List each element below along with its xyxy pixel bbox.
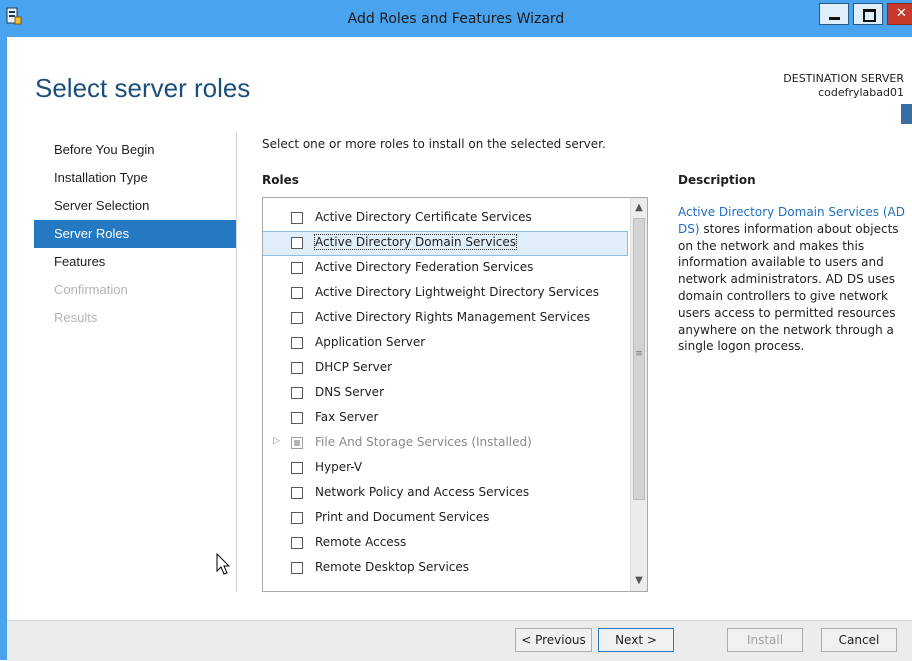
role-row[interactable]: Active Directory Federation Services xyxy=(263,256,629,281)
nav-divider xyxy=(236,132,237,592)
role-label: Active Directory Federation Services xyxy=(315,260,534,274)
nav-item-server-roles[interactable]: Server Roles xyxy=(34,220,236,248)
role-label: Active Directory Certificate Services xyxy=(315,210,532,224)
nav-item-confirmation: Confirmation xyxy=(54,282,128,297)
role-checkbox[interactable] xyxy=(291,387,303,399)
role-label: File And Storage Services (Installed) xyxy=(315,435,532,449)
role-row[interactable]: Hyper-V xyxy=(263,456,629,481)
scroll-down-icon[interactable]: ▼ xyxy=(631,573,647,589)
role-row[interactable]: Application Server xyxy=(263,331,629,356)
role-row[interactable]: Fax Server xyxy=(263,406,629,431)
role-label: Network Policy and Access Services xyxy=(315,485,530,499)
role-description: Active Directory Domain Services (AD DS)… xyxy=(678,204,906,355)
destination-server-name: codefrylabad01 xyxy=(818,86,904,99)
role-checkbox[interactable] xyxy=(291,287,303,299)
role-checkbox[interactable] xyxy=(291,487,303,499)
role-checkbox[interactable] xyxy=(291,412,303,424)
role-row[interactable]: Network Policy and Access Services xyxy=(263,481,629,506)
role-row[interactable]: Remote Desktop Services xyxy=(263,556,629,581)
previous-button[interactable]: < Previous xyxy=(515,628,592,652)
description-heading: Description xyxy=(678,173,756,187)
install-button: Install xyxy=(727,628,803,652)
role-label: DNS Server xyxy=(315,385,384,399)
close-button[interactable]: ✕ xyxy=(887,3,912,25)
role-label: Active Directory Domain Services xyxy=(313,234,518,250)
maximize-button[interactable] xyxy=(853,3,883,25)
roles-scrollbar[interactable]: ▲ ≡ ▼ xyxy=(630,198,647,591)
nav-item-before-you-begin[interactable]: Before You Begin xyxy=(34,136,236,164)
description-text: stores information about objects on the … xyxy=(678,221,899,354)
instruction-text: Select one or more roles to install on t… xyxy=(262,137,606,151)
role-checkbox[interactable] xyxy=(291,537,303,549)
scroll-up-icon[interactable]: ▲ xyxy=(631,200,647,216)
role-label: Active Directory Lightweight Directory S… xyxy=(315,285,599,299)
window-title: Add Roles and Features Wizard xyxy=(347,11,565,27)
role-checkbox[interactable] xyxy=(291,362,303,374)
window-edge-tab xyxy=(901,104,912,124)
mouse-cursor-icon xyxy=(216,553,231,575)
role-checkbox[interactable] xyxy=(291,237,303,249)
role-row[interactable]: Remote Access xyxy=(263,531,629,556)
scroll-thumb[interactable]: ≡ xyxy=(633,218,645,500)
role-label: Active Directory Rights Management Servi… xyxy=(315,310,591,324)
role-label: Fax Server xyxy=(315,410,379,424)
role-row[interactable]: Print and Document Services xyxy=(263,506,629,531)
next-button[interactable]: Next > xyxy=(598,628,674,652)
role-checkbox[interactable] xyxy=(291,337,303,349)
role-checkbox[interactable] xyxy=(291,462,303,474)
roles-heading: Roles xyxy=(262,173,299,187)
role-checkbox[interactable] xyxy=(291,512,303,524)
destination-server-label: DESTINATION SERVER xyxy=(783,72,904,85)
close-icon: ✕ xyxy=(896,6,907,21)
grip-icon: ≡ xyxy=(635,349,643,359)
role-row[interactable]: DNS Server xyxy=(263,381,629,406)
roles-list[interactable]: Active Directory Certificate Services Ac… xyxy=(262,197,648,592)
role-label: Hyper-V xyxy=(315,460,363,474)
role-row[interactable]: DHCP Server xyxy=(263,356,629,381)
role-row[interactable]: Active Directory Lightweight Directory S… xyxy=(263,281,629,306)
page-title: Select server roles xyxy=(35,73,251,103)
role-checkbox-installed xyxy=(291,437,303,449)
role-label: Print and Document Services xyxy=(315,510,490,524)
title-bar[interactable]: Add Roles and Features Wizard ✕ xyxy=(0,0,912,37)
role-checkbox[interactable] xyxy=(291,262,303,274)
role-checkbox[interactable] xyxy=(291,562,303,574)
nav-item-results: Results xyxy=(54,310,98,325)
role-label: Application Server xyxy=(315,335,426,349)
expand-arrow-icon[interactable]: ▷ xyxy=(273,436,280,446)
role-row[interactable]: ▷ File And Storage Services (Installed) xyxy=(263,431,629,456)
maximize-icon xyxy=(863,9,876,22)
window-frame-left xyxy=(0,37,7,660)
role-checkbox[interactable] xyxy=(291,212,303,224)
role-label: Remote Access xyxy=(315,535,407,549)
minimize-button[interactable] xyxy=(819,3,849,25)
role-row[interactable]: Active Directory Domain Services xyxy=(263,231,629,256)
cancel-button[interactable]: Cancel xyxy=(821,628,897,652)
minimize-icon xyxy=(829,17,840,20)
role-label: DHCP Server xyxy=(315,360,393,374)
nav-item-features[interactable]: Features xyxy=(34,248,236,276)
wizard-nav: Before You Begin Installation Type Serve… xyxy=(34,136,236,332)
role-checkbox[interactable] xyxy=(291,312,303,324)
nav-item-server-selection[interactable]: Server Selection xyxy=(34,192,236,220)
nav-item-installation-type[interactable]: Installation Type xyxy=(34,164,236,192)
role-row[interactable]: Active Directory Certificate Services xyxy=(263,206,629,231)
role-row[interactable]: Active Directory Rights Management Servi… xyxy=(263,306,629,331)
role-label: Remote Desktop Services xyxy=(315,560,470,574)
